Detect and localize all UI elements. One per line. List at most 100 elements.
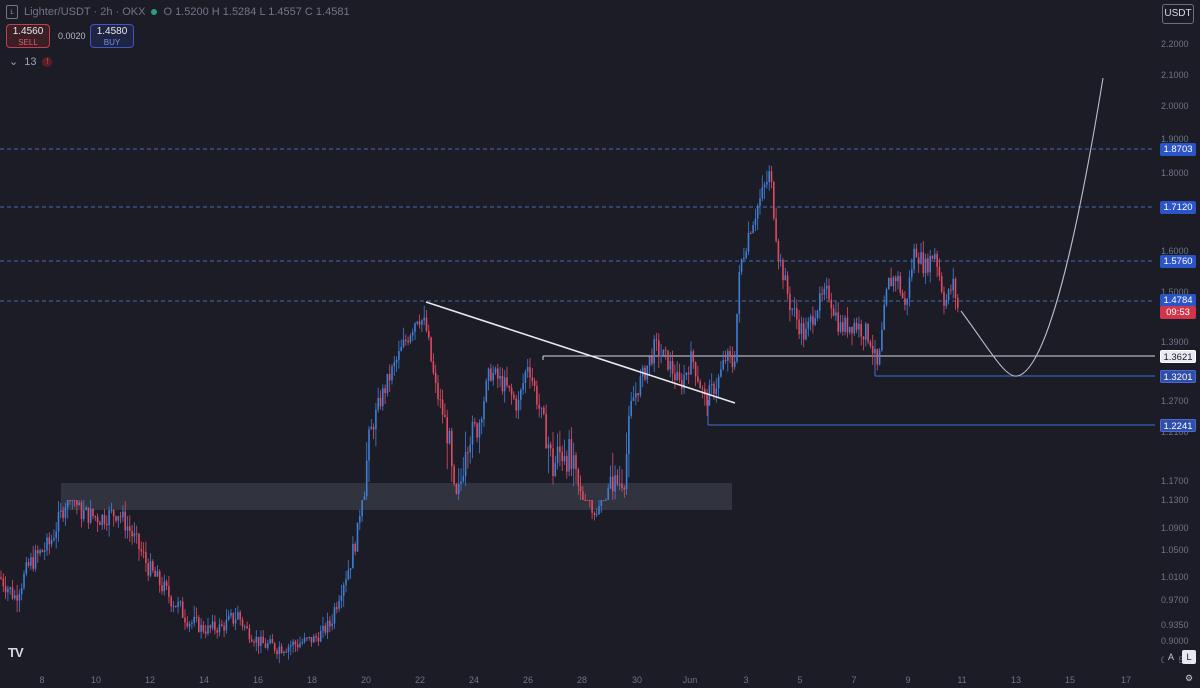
candle-body [883, 304, 885, 330]
candle-body [885, 289, 888, 305]
candle-body [237, 612, 239, 620]
buy-label: BUY [103, 38, 121, 47]
auto-scale-button[interactable]: A [1164, 650, 1178, 664]
candle-body [455, 484, 458, 494]
candle-body [591, 500, 593, 513]
candle-body [48, 537, 51, 545]
candle-body [60, 510, 62, 512]
candle-body [759, 198, 761, 206]
candle-body [349, 568, 352, 571]
chevron-down-icon[interactable]: ⌄ [9, 55, 18, 68]
candle-body [814, 318, 816, 325]
candle-body [545, 413, 547, 449]
candle-body [418, 321, 421, 325]
candle-body [149, 561, 152, 576]
symbol-header[interactable]: ʟ Lighter/USDT · 2h · OKX O 1.5200 H 1.5… [6, 5, 350, 19]
candle-body [382, 388, 384, 407]
candle-body [379, 397, 382, 407]
alert-icon[interactable]: ! [42, 56, 53, 67]
candle-body [448, 430, 451, 444]
log-scale-button[interactable]: L [1182, 650, 1196, 664]
candle-body [85, 507, 87, 511]
candle-body [802, 323, 805, 340]
candle-body [904, 298, 906, 305]
price-chart[interactable]: 2.20002.10002.00001.90001.80001.70001.60… [0, 0, 1200, 688]
candle-body [842, 322, 844, 332]
price-tick-label: 1.0100 [1161, 572, 1189, 582]
candle-body [278, 646, 281, 655]
candle-body [791, 309, 793, 311]
candle-body [851, 326, 853, 334]
buy-button[interactable]: 1.4580 BUY [90, 24, 134, 48]
candle-body [16, 595, 18, 601]
candle-body [710, 383, 713, 386]
time-tick-label: 3 [743, 675, 748, 685]
candle-body [195, 616, 198, 618]
candle-body [147, 563, 149, 576]
tradingview-logo-icon[interactable]: TV [8, 645, 24, 660]
candle-body [915, 248, 918, 258]
candle-body [678, 372, 681, 381]
candle-body [55, 531, 57, 539]
sell-button[interactable]: 1.4560 SELL [6, 24, 50, 48]
price-tick-label: 1.1700 [1161, 476, 1189, 486]
price-tick-label: 1.8000 [1161, 168, 1189, 178]
candle-body [531, 377, 534, 381]
candle-body [135, 533, 138, 535]
candle-body [260, 636, 262, 646]
candle-body [46, 537, 48, 551]
candle-body [124, 511, 126, 531]
candle-body [499, 375, 501, 379]
candle-body [720, 369, 722, 377]
candle-body [618, 483, 621, 485]
candle-body [296, 644, 299, 648]
symbol-title[interactable]: Lighter/USDT · 2h · OKX [24, 6, 145, 18]
candle-body [20, 587, 23, 595]
projection-curve [960, 77, 1104, 377]
candle-body [628, 415, 630, 454]
candle-body [96, 516, 99, 523]
candle-body [513, 394, 515, 399]
candle-body [421, 320, 423, 325]
candle-body [202, 625, 205, 632]
indicators-toggle[interactable]: ⌄ 13 ! [9, 55, 53, 68]
candle-body [575, 455, 577, 470]
candle-body [11, 587, 14, 599]
candle-body [209, 625, 212, 628]
candle-body [25, 562, 28, 574]
candle-body [384, 388, 386, 394]
candle-body [559, 446, 561, 452]
chart-area[interactable]: 2.20002.10002.00001.90001.80001.70001.60… [0, 0, 1200, 688]
candle-body [577, 469, 580, 486]
candle-body [156, 571, 159, 577]
candle-body [432, 361, 435, 373]
price-tag-resistance: 1.3621 [1160, 350, 1196, 363]
candle-body [621, 483, 623, 488]
candle-body [538, 404, 540, 409]
candle-body [317, 637, 320, 642]
candle-body [899, 275, 902, 293]
currency-select[interactable]: USDT [1162, 4, 1194, 24]
candle-body [664, 349, 667, 351]
candle-body [451, 430, 453, 467]
candle-body [66, 500, 69, 508]
candle-body [257, 636, 260, 646]
candle-body [338, 600, 340, 609]
candle-body [874, 348, 876, 354]
candle-body [733, 361, 736, 368]
candle-body [152, 561, 154, 571]
candle-body [655, 339, 658, 341]
candle-body [354, 543, 356, 552]
candle-body [586, 500, 589, 501]
settings-gear-icon[interactable]: ⚙ [1182, 671, 1196, 685]
candle-body [888, 277, 890, 290]
candle-body [71, 500, 74, 501]
candle-body [862, 336, 865, 340]
candle-body [796, 308, 798, 320]
candle-body [775, 218, 777, 242]
symbol-logo-icon: ʟ [6, 5, 18, 19]
candle-body [595, 514, 598, 516]
price-tag-level: 1.5760 [1160, 255, 1196, 268]
candle-body [99, 522, 101, 525]
candle-body [876, 348, 879, 365]
